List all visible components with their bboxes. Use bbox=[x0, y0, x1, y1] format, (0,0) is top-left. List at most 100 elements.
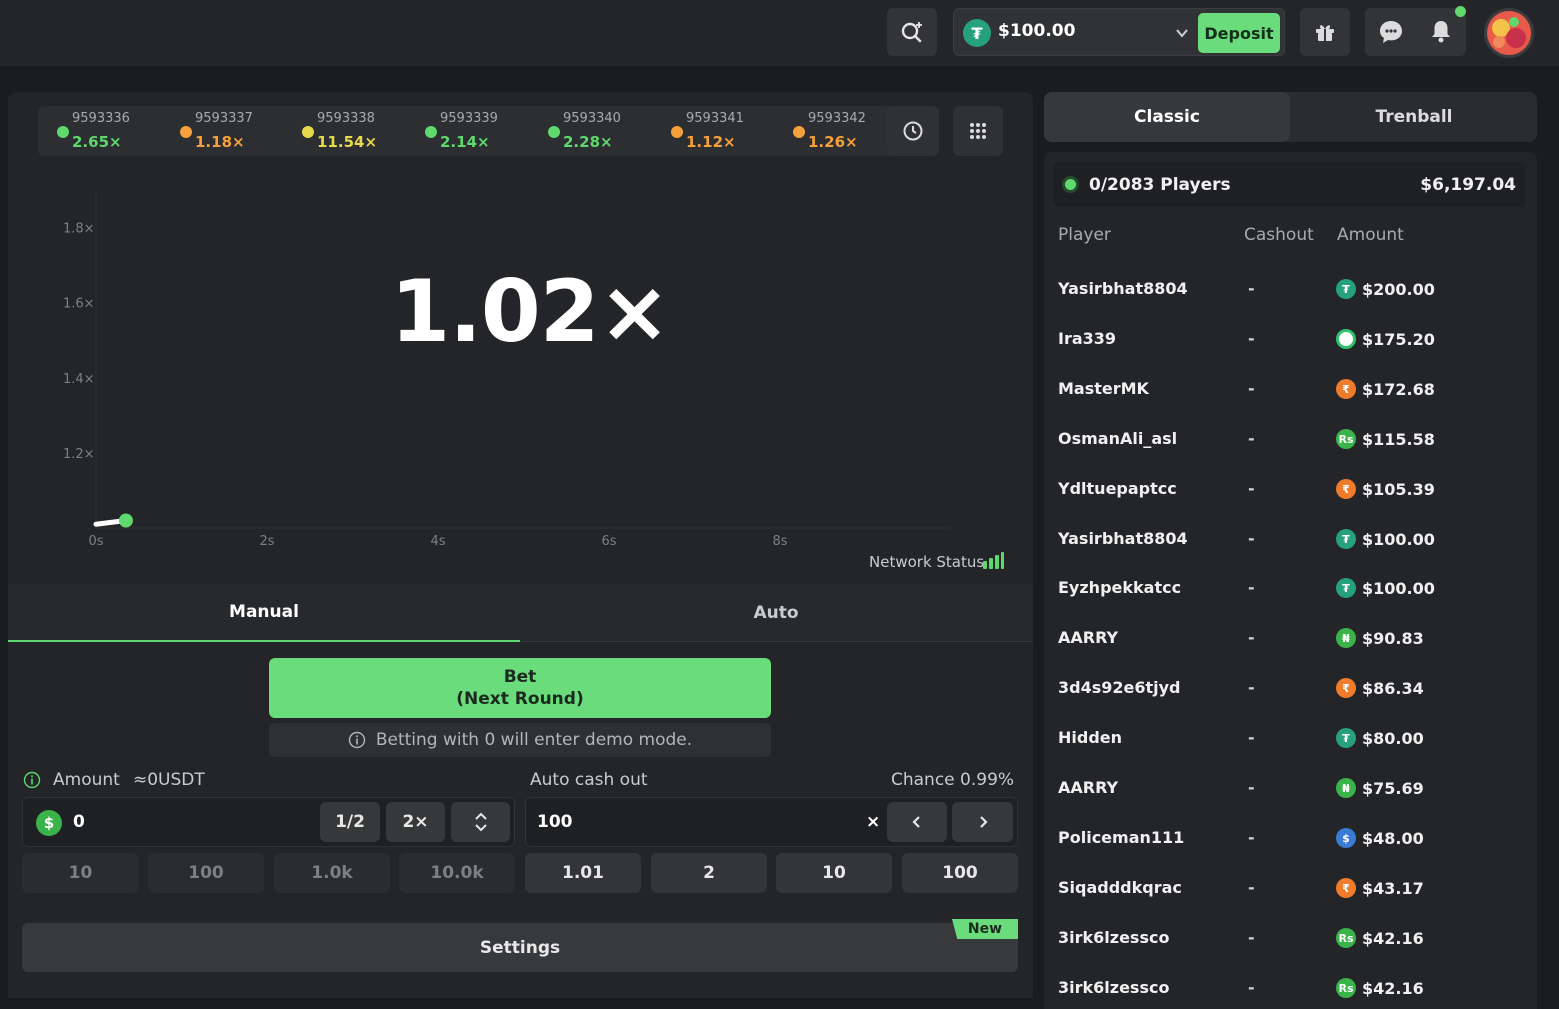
cashout-preset-100[interactable]: 100 bbox=[902, 853, 1018, 893]
player-cashout: - bbox=[1248, 379, 1255, 398]
wallet-selector[interactable]: ₮ $100.00 Deposit bbox=[953, 8, 1285, 56]
current-multiplier: 1.02× bbox=[390, 262, 670, 362]
double-amount-button[interactable]: 2× bbox=[386, 802, 445, 842]
player-name[interactable]: Ydltuepaptcc bbox=[1058, 479, 1177, 498]
player-name[interactable]: 3irk6lzessco bbox=[1058, 928, 1169, 947]
player-name[interactable]: AARRY bbox=[1058, 778, 1118, 797]
player-name[interactable]: Hidden bbox=[1058, 728, 1122, 747]
auto-cashout-input[interactable]: 100 bbox=[537, 812, 573, 832]
gift-icon bbox=[1316, 25, 1334, 41]
game-mode-tabs: Classic Trenball bbox=[1044, 92, 1537, 142]
player-name[interactable]: Eyzhpekkatcc bbox=[1058, 578, 1181, 597]
history-item[interactable]: 9593338 11.54× bbox=[302, 106, 412, 156]
amount-preset-100[interactable]: 100 bbox=[148, 853, 264, 893]
player-name[interactable]: Ira339 bbox=[1058, 329, 1116, 348]
history-multiplier: 1.26× bbox=[808, 133, 858, 151]
player-name[interactable]: Yasirbhat8804 bbox=[1058, 529, 1188, 548]
history-round-id: 9593342 bbox=[808, 111, 866, 126]
history-item[interactable]: 9593337 1.18× bbox=[180, 106, 290, 156]
x-tick-label: 6s bbox=[601, 534, 616, 549]
signal-icon bbox=[983, 552, 1004, 569]
player-amount: ₹ $172.68 bbox=[1336, 377, 1435, 401]
cashout-increase-button[interactable] bbox=[952, 802, 1013, 842]
player-name[interactable]: Siqadddkqrac bbox=[1058, 878, 1182, 897]
gift-button[interactable] bbox=[1300, 8, 1350, 56]
player-cashout: - bbox=[1248, 578, 1255, 597]
player-cashout: - bbox=[1248, 728, 1255, 747]
demo-mode-note: Betting with 0 will enter demo mode. bbox=[269, 723, 771, 757]
history-button[interactable] bbox=[887, 106, 939, 156]
x-tick-label: 4s bbox=[430, 534, 445, 549]
tab-manual[interactable]: Manual bbox=[8, 584, 520, 642]
search-button[interactable] bbox=[887, 8, 937, 56]
history-item[interactable]: 9593336 2.65× bbox=[57, 106, 167, 156]
player-amount: Rs $42.16 bbox=[1336, 926, 1424, 950]
player-name[interactable]: OsmanAli_asl bbox=[1058, 429, 1177, 448]
tab-classic[interactable]: Classic bbox=[1044, 92, 1290, 142]
player-cashout: - bbox=[1248, 628, 1255, 647]
grid-icon bbox=[970, 123, 986, 139]
y-tick-label: 1.2× bbox=[63, 447, 95, 462]
player-amount-value: $90.83 bbox=[1362, 628, 1424, 648]
bet-button-label: Bet bbox=[503, 667, 537, 687]
player-amount: ₹ $105.39 bbox=[1336, 477, 1435, 501]
cashout-preset-1-01[interactable]: 1.01 bbox=[525, 853, 641, 893]
history-round-id: 9593340 bbox=[563, 111, 621, 126]
player-cashout: - bbox=[1248, 429, 1255, 448]
currency-coin-icon: ₦ bbox=[1336, 628, 1356, 648]
player-name[interactable]: AARRY bbox=[1058, 628, 1118, 647]
chevron-left-icon bbox=[912, 816, 920, 828]
avatar-image bbox=[1487, 11, 1531, 55]
player-name[interactable]: Yasirbhat8804 bbox=[1058, 279, 1188, 298]
currency-coin-icon: Rs bbox=[1336, 429, 1356, 449]
bet-mode-tabs: Manual Auto bbox=[8, 584, 1033, 642]
amount-preset-10k[interactable]: 10.0k bbox=[399, 853, 515, 893]
player-name[interactable]: MasterMK bbox=[1058, 379, 1149, 398]
demo-mode-text: Betting with 0 will enter demo mode. bbox=[375, 730, 693, 750]
history-item[interactable]: 9593339 2.14× bbox=[425, 106, 535, 156]
cashout-preset-10[interactable]: 10 bbox=[776, 853, 892, 893]
crash-chart: 1.2× 1.4× 1.6× 1.8× 0s 2s 4s 6s 8s bbox=[63, 190, 951, 549]
grid-menu-button[interactable] bbox=[953, 106, 1003, 156]
chevron-down-icon bbox=[1176, 29, 1188, 38]
amount-adjust-button[interactable] bbox=[451, 802, 510, 842]
history-dot bbox=[425, 126, 437, 138]
x-tick-label: 0s bbox=[88, 534, 103, 549]
player-cashout: - bbox=[1248, 778, 1255, 797]
player-name[interactable]: 3d4s92e6tjyd bbox=[1058, 678, 1181, 697]
player-cashout: - bbox=[1248, 878, 1255, 897]
amount-info-icon[interactable] bbox=[23, 771, 41, 789]
y-tick-label: 1.6× bbox=[63, 297, 95, 312]
curve-head-point bbox=[118, 513, 133, 528]
bet-button[interactable]: Bet (Next Round) bbox=[269, 658, 771, 718]
deposit-button[interactable]: Deposit bbox=[1198, 13, 1280, 53]
table-row: AARRY - ₦ $75.69 bbox=[1044, 763, 1537, 813]
amount-input[interactable]: 0 bbox=[73, 812, 85, 832]
amount-preset-10[interactable]: 10 bbox=[22, 853, 139, 893]
tab-auto[interactable]: Auto bbox=[520, 584, 1032, 642]
player-amount: ₮ $80.00 bbox=[1336, 726, 1424, 750]
player-amount-value: $86.34 bbox=[1362, 678, 1424, 698]
chat-button[interactable] bbox=[1377, 18, 1405, 46]
currency-coin-icon: Rs bbox=[1336, 978, 1356, 998]
currency-coin-icon: ₹ bbox=[1336, 678, 1356, 698]
half-amount-button[interactable]: 1/2 bbox=[320, 802, 380, 842]
history-multiplier: 1.12× bbox=[686, 133, 736, 151]
y-tick-label: 1.4× bbox=[63, 372, 95, 387]
player-cashout: - bbox=[1248, 678, 1255, 697]
cashout-preset-2[interactable]: 2 bbox=[651, 853, 767, 893]
cashout-decrease-button[interactable] bbox=[887, 802, 947, 842]
player-name[interactable]: Policeman111 bbox=[1058, 828, 1184, 847]
table-row: Yasirbhat8804 - ₮ $200.00 bbox=[1044, 264, 1537, 314]
settings-button[interactable]: Settings bbox=[22, 923, 1018, 972]
amount-preset-1k[interactable]: 1.0k bbox=[274, 853, 390, 893]
notification-button[interactable] bbox=[1428, 18, 1456, 46]
player-name[interactable]: 3irk6lzessco bbox=[1058, 978, 1169, 997]
avatar[interactable] bbox=[1484, 8, 1534, 58]
player-amount: ₮ $100.00 bbox=[1336, 576, 1435, 600]
tab-trenball[interactable]: Trenball bbox=[1291, 92, 1537, 142]
player-amount: $175.20 bbox=[1336, 327, 1435, 351]
history-multiplier: 2.65× bbox=[72, 133, 122, 151]
history-item[interactable]: 9593340 2.28× bbox=[548, 106, 658, 156]
history-item[interactable]: 9593341 1.12× bbox=[671, 106, 781, 156]
